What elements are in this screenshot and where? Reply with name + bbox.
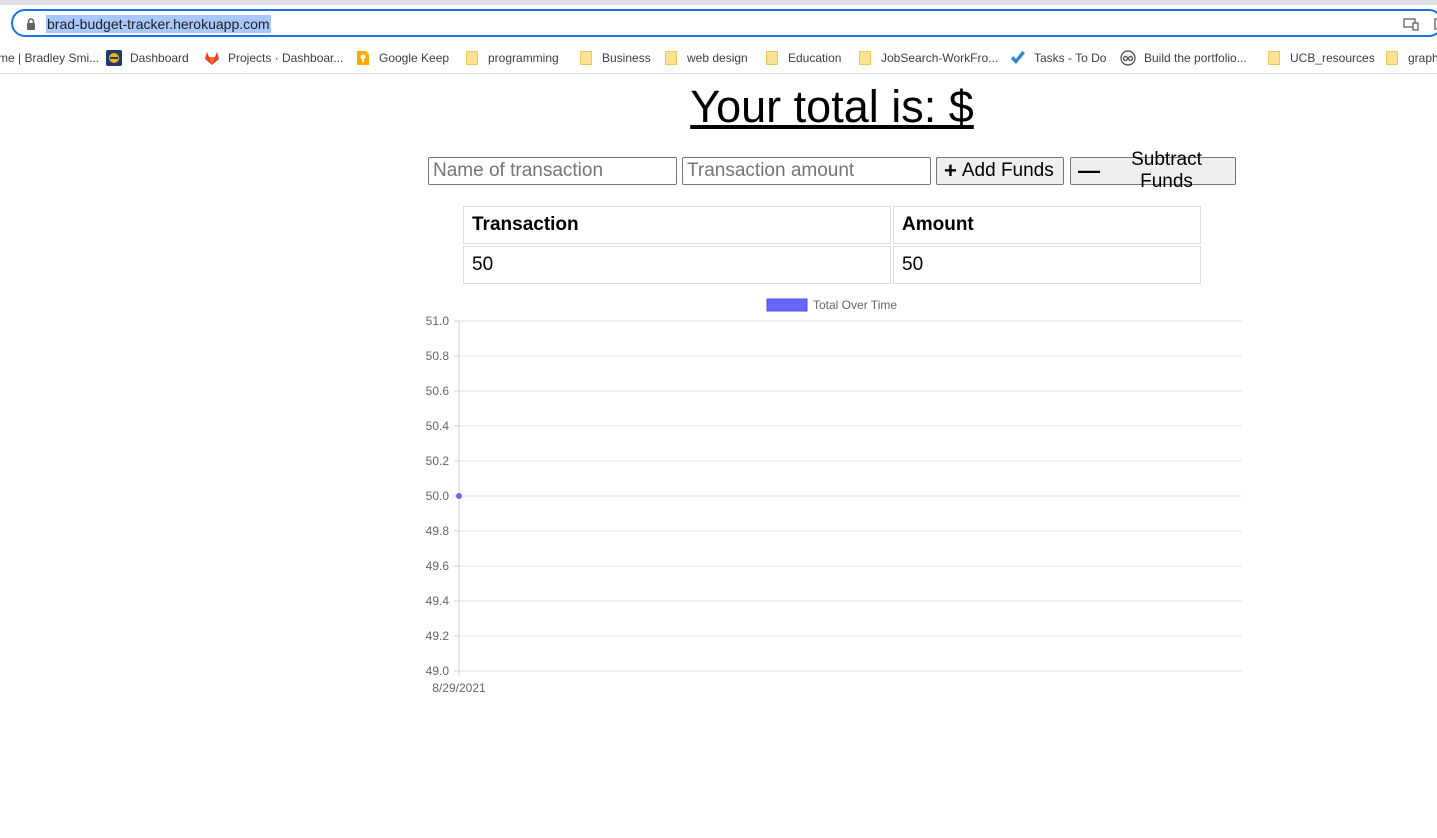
folder-icon: [578, 50, 594, 66]
bookmark-label: programming: [488, 51, 559, 65]
bookmark-folder-ucb-resources[interactable]: UCB_resources: [1266, 48, 1375, 68]
folder-icon: [1384, 50, 1400, 66]
column-header-transaction: Transaction: [463, 206, 891, 244]
bookmark-projects[interactable]: Projects · Dashboar...: [204, 48, 343, 68]
dashboard-icon: [106, 50, 122, 66]
y-tick-label: 50.2: [426, 454, 450, 468]
transaction-name-cell: 50: [463, 246, 891, 284]
bookmark-label: Google Keep: [379, 51, 450, 65]
bookmark-label: graph: [1408, 51, 1437, 65]
bookmark-label: Dashboard: [130, 51, 189, 65]
checkmark-icon: [1010, 50, 1026, 66]
minus-icon: —: [1078, 158, 1100, 183]
bookmark-tasks[interactable]: Tasks - To Do: [1010, 48, 1106, 68]
legend-swatch: [766, 298, 808, 312]
transaction-name-input[interactable]: [428, 157, 677, 185]
y-tick-label: 49.0: [426, 664, 450, 678]
bookmark-folder-business[interactable]: Business: [578, 48, 651, 68]
bookmark-label: Projects · Dashboar...: [228, 51, 344, 65]
y-tick-label: 51.0: [426, 314, 450, 328]
add-funds-label: Add Funds: [961, 160, 1054, 181]
bookmark-label: web design: [687, 51, 748, 65]
plus-icon: +: [944, 158, 957, 183]
subtract-funds-label: Subtract Funds: [1131, 149, 1202, 192]
bookmark-label: JobSearch-WorkFro...: [881, 51, 999, 65]
bookmark-folder-graph[interactable]: graph: [1384, 48, 1437, 68]
google-keep-icon: [355, 50, 371, 66]
folder-icon: [464, 50, 480, 66]
bookmark-label: Education: [788, 51, 842, 65]
extension-icon[interactable]: [1433, 17, 1437, 31]
bookmark-label: Build the portfolio...: [1144, 51, 1247, 65]
bookmark-google-keep[interactable]: Google Keep: [355, 48, 449, 68]
omnibox[interactable]: brad-budget-tracker.herokuapp.com: [11, 9, 1437, 37]
bookmark-label: Tasks - To Do: [1034, 51, 1107, 65]
y-tick-label: 50.4: [426, 419, 450, 433]
y-tick-label: 49.8: [426, 524, 450, 538]
bookmark-label: UCB_resources: [1290, 51, 1375, 65]
transaction-amount-cell: 50: [893, 246, 1201, 284]
page-title: Your total is: $: [690, 81, 974, 132]
bookmark-folder-education[interactable]: Education: [764, 48, 841, 68]
bookmark-dashboard[interactable]: Dashboard: [106, 48, 189, 68]
bookmark-folder-web-design[interactable]: web design: [663, 48, 748, 68]
table-header-row: Transaction Amount: [463, 206, 1201, 244]
bookmark-label: Business: [602, 51, 651, 65]
y-tick-label: 50.6: [426, 384, 450, 398]
table-row: 50 50: [463, 246, 1201, 284]
bookmark-label: me | Bradley Smi...: [0, 51, 100, 65]
y-tick-label: 50.8: [426, 349, 450, 363]
glasses-icon: [1120, 50, 1136, 66]
folder-icon: [1266, 50, 1282, 66]
cast-icon[interactable]: [1403, 17, 1419, 31]
url-text[interactable]: brad-budget-tracker.herokuapp.com: [46, 15, 271, 33]
legend-label: Total Over Time: [813, 298, 897, 312]
bookmark-folder-programming[interactable]: programming: [464, 48, 559, 68]
transactions-table: Transaction Amount 50 50: [461, 204, 1203, 286]
folder-icon: [857, 50, 873, 66]
bookmarks-bar: me | Bradley Smi... Dashboard Projects ·…: [0, 44, 1437, 74]
subtract-funds-button[interactable]: — Subtract Funds: [1070, 149, 1236, 192]
bookmark-build-portfolio[interactable]: Build the portfolio...: [1120, 48, 1247, 68]
column-header-amount: Amount: [893, 206, 1201, 244]
bookmark-portfolio[interactable]: me | Bradley Smi...: [0, 48, 99, 68]
bookmark-folder-jobsearch[interactable]: JobSearch-WorkFro...: [857, 48, 998, 68]
tab-strip-edge: [0, 0, 1437, 5]
gitlab-icon: [204, 50, 220, 66]
x-tick-label: 8/29/2021: [432, 681, 486, 695]
y-tick-label: 49.4: [426, 594, 450, 608]
y-tick-label: 50.0: [426, 489, 450, 503]
lock-icon[interactable]: [25, 18, 37, 30]
folder-icon: [663, 50, 679, 66]
add-funds-button[interactable]: + Add Funds: [936, 157, 1064, 185]
y-tick-label: 49.2: [426, 629, 450, 643]
total-over-time-chart[interactable]: 51.0 50.8 50.6 50.4 50.2 50.0 49.8 49.6 49.4 49.2…: [410, 290, 1250, 700]
data-point: [456, 493, 462, 499]
transaction-amount-input[interactable]: [682, 157, 931, 185]
y-tick-label: 49.6: [426, 559, 450, 573]
address-bar-area: brad-budget-tracker.herokuapp.com: [0, 0, 1437, 44]
folder-icon: [764, 50, 780, 66]
